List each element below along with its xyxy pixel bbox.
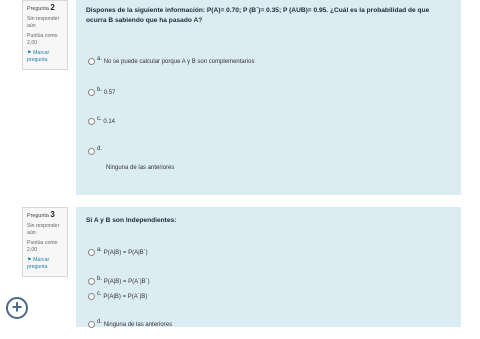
- question-status: Sin responder aún: [27, 223, 60, 236]
- option-letter: c.: [97, 291, 102, 297]
- option-text: Ninguna de las anteriores: [103, 322, 173, 329]
- option-c[interactable]: c. 0.14: [88, 116, 116, 126]
- option-letter: c.: [97, 116, 102, 122]
- option-d[interactable]: d. Ninguna de las anteriores: [88, 319, 173, 329]
- question-score: Puntúa como 2,00: [27, 240, 58, 253]
- flag-question-link[interactable]: ⚑ Marcar pregunta: [27, 50, 63, 64]
- add-button[interactable]: +: [6, 297, 28, 319]
- question-label: Pregunta: [27, 213, 49, 219]
- radio-button[interactable]: [88, 89, 95, 96]
- option-text: P(A|B) = P(A´|B): [103, 294, 148, 301]
- question-info: Pregunta 3 Sin responder aún Puntúa como…: [22, 207, 68, 277]
- radio-button[interactable]: [88, 293, 95, 300]
- radio-button[interactable]: [88, 278, 95, 285]
- option-text: P(A|B) = P(A´|B´): [103, 279, 150, 286]
- option-text: P(A|B) = P(A|B´): [103, 250, 148, 257]
- radio-button[interactable]: [88, 58, 95, 65]
- question-text: Dispones de la siguiente información: P(…: [86, 7, 430, 24]
- option-letter: a.: [97, 247, 103, 253]
- flag-icon: ⚑: [27, 50, 32, 56]
- plus-icon: +: [11, 297, 23, 317]
- option-letter: b.: [97, 276, 103, 282]
- option-b[interactable]: b. P(A|B) = P(A´|B´): [88, 276, 150, 286]
- question-status: Sin responder aún: [27, 16, 60, 29]
- question-2: Pregunta 2 Sin responder aún Puntúa como…: [0, 0, 480, 195]
- question-number: 2: [50, 3, 55, 12]
- question-info: Pregunta 2 Sin responder aún Puntúa como…: [22, 0, 68, 70]
- radio-button[interactable]: [88, 118, 95, 125]
- flag-icon: ⚑: [27, 257, 32, 263]
- question-number: 3: [50, 210, 55, 219]
- option-a[interactable]: a. P(A|B) = P(A|B´): [88, 247, 148, 257]
- option-text: Ninguna de las anteriores: [106, 165, 175, 171]
- option-text: 0.57: [103, 90, 116, 97]
- option-text: 0.14: [103, 119, 116, 126]
- option-letter: b.: [97, 87, 103, 93]
- option-text: No se puede calcular porque A y B son co…: [103, 59, 255, 66]
- radio-button[interactable]: [88, 249, 95, 256]
- question-score: Puntúa como 2,00: [27, 33, 58, 46]
- radio-button[interactable]: [88, 321, 95, 328]
- option-letter: d.: [97, 319, 103, 325]
- flag-question-link[interactable]: ⚑ Marcar pregunta: [27, 257, 63, 271]
- question-text: Si A y B son Independientes:: [86, 217, 177, 224]
- option-a[interactable]: a. No se puede calcular porque A y B son…: [88, 56, 255, 66]
- question-label: Pregunta: [27, 6, 49, 12]
- option-d[interactable]: d.: [88, 146, 103, 155]
- option-letter: a.: [97, 56, 103, 62]
- question-content: Si A y B son Independientes:: [76, 207, 461, 327]
- option-letter: d.: [97, 146, 103, 152]
- option-c[interactable]: c. P(A|B) = P(A´|B): [88, 291, 148, 301]
- radio-button[interactable]: [88, 148, 95, 155]
- question-3: Pregunta 3 Sin responder aún Puntúa como…: [0, 207, 480, 339]
- option-b[interactable]: b. 0.57: [88, 87, 116, 97]
